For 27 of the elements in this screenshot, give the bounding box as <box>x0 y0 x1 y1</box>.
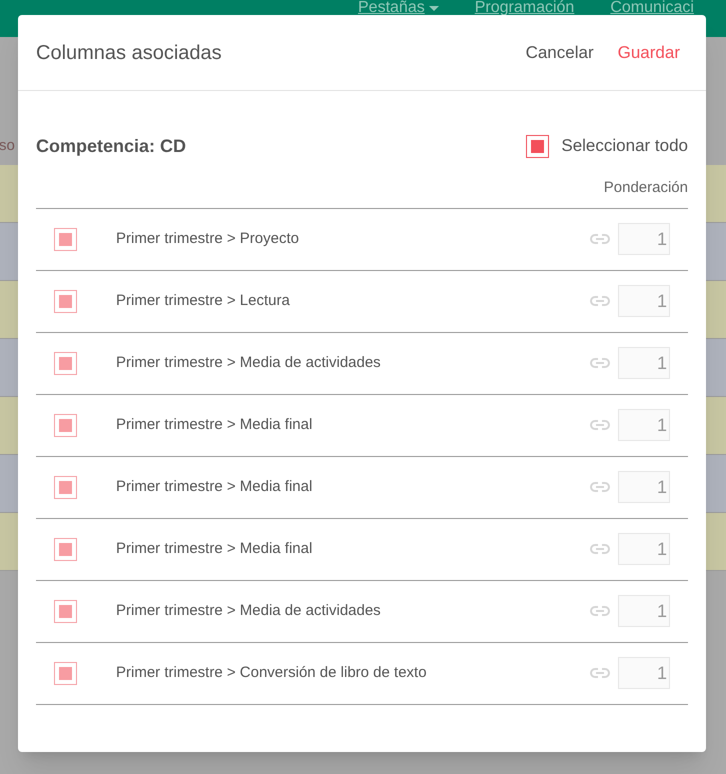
dialog-title: Columnas asociadas <box>36 40 223 66</box>
link-icon <box>590 420 610 430</box>
link-icon <box>590 234 610 244</box>
link-icon <box>590 482 610 492</box>
link-icon <box>590 606 610 616</box>
weight-header: Ponderación <box>604 178 688 198</box>
column-label: Primer trimestre > Media final <box>116 414 314 435</box>
competence-label: Competencia: CD <box>36 134 188 158</box>
nav-link[interactable]: Pestañas <box>358 0 439 16</box>
link-icon <box>590 544 610 554</box>
link-icon <box>590 668 610 678</box>
column-label: Primer trimestre > Media final <box>116 538 314 559</box>
link-icon <box>590 296 610 306</box>
checkbox[interactable] <box>526 134 550 158</box>
caret-icon <box>428 6 439 10</box>
nav-link[interactable]: Programación <box>474 0 574 16</box>
column-label: Primer trimestre > Media final <box>116 476 314 497</box>
column-label: Primer trimestre > Media de actividades <box>116 352 382 373</box>
link-icon <box>590 358 610 368</box>
select-all-label: Seleccionar todo <box>561 135 688 158</box>
column-label: Primer trimestre > Media de actividades <box>116 600 382 621</box>
column-label: Primer trimestre > Conversión de libro de texto <box>116 662 428 683</box>
save-button[interactable]: Guardar <box>618 40 680 66</box>
column-label: Primer trimestre > Proyecto <box>116 228 300 249</box>
column-label: Primer trimestre > Lectura <box>116 290 291 311</box>
nav-link[interactable]: Comunicaci <box>610 0 694 16</box>
cancel-button[interactable]: Cancelar <box>526 40 594 66</box>
